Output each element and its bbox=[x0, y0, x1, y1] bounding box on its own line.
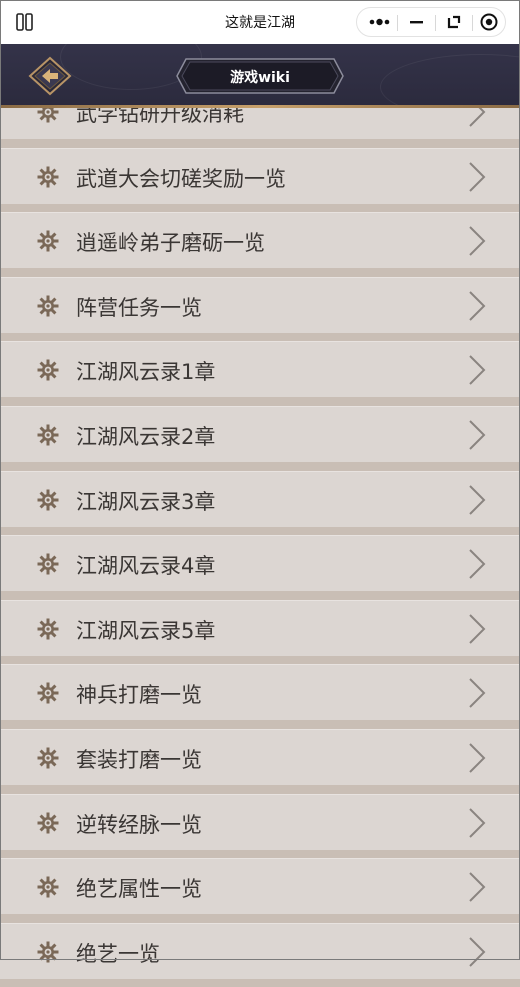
chevron-right-icon bbox=[468, 936, 486, 968]
list-item[interactable]: 江湖风云录1章 bbox=[0, 341, 520, 398]
list-item-label: 绝艺属性一览 bbox=[76, 877, 202, 902]
game-header: 游戏wiki bbox=[0, 44, 520, 108]
list-item[interactable]: 江湖风云录5章 bbox=[0, 599, 520, 656]
wiki-list: 武学钻研升级消耗 武道大会切磋奖励一览 逍遥岭弟子磨砺一览 阵营任务一览 江湖风… bbox=[0, 83, 520, 987]
list-item[interactable]: 绝艺一览 bbox=[0, 922, 520, 979]
chevron-right-icon bbox=[468, 613, 486, 645]
list-item-label: 江湖风云录3章 bbox=[76, 489, 216, 514]
gear-icon bbox=[36, 811, 60, 835]
gear-icon bbox=[36, 229, 60, 253]
back-arrow-icon[interactable] bbox=[28, 56, 72, 96]
list-item[interactable]: 套装打磨一览 bbox=[0, 728, 520, 785]
list-item[interactable]: 阵营任务一览 bbox=[0, 276, 520, 333]
chevron-right-icon bbox=[468, 677, 486, 709]
list-item[interactable]: 神兵打磨一览 bbox=[0, 664, 520, 721]
gear-icon bbox=[36, 940, 60, 964]
list-item-label: 逍遥岭弟子磨砺一览 bbox=[76, 231, 265, 256]
list-item[interactable]: 武道大会切磋奖励一览 bbox=[0, 147, 520, 204]
window-controls-capsule bbox=[356, 7, 506, 37]
gear-icon bbox=[36, 875, 60, 899]
gear-icon bbox=[36, 552, 60, 576]
chevron-right-icon bbox=[468, 161, 486, 193]
more-dots-icon[interactable] bbox=[361, 8, 398, 36]
list-item-label: 套装打磨一览 bbox=[76, 747, 202, 772]
page-title: 游戏wiki bbox=[230, 70, 290, 86]
header-title-plate: 游戏wiki bbox=[176, 58, 344, 94]
gear-icon bbox=[36, 423, 60, 447]
header-decoration bbox=[380, 54, 520, 108]
list-item-label: 阵营任务一览 bbox=[76, 295, 202, 320]
chevron-right-icon bbox=[468, 484, 486, 516]
gear-icon bbox=[36, 488, 60, 512]
chevron-right-icon bbox=[468, 807, 486, 839]
list-item[interactable]: 逍遥岭弟子磨砺一览 bbox=[0, 212, 520, 269]
list-item[interactable]: 江湖风云录2章 bbox=[0, 405, 520, 462]
gear-icon bbox=[36, 165, 60, 189]
list-item[interactable]: 江湖风云录3章 bbox=[0, 470, 520, 527]
list-item-label: 江湖风云录2章 bbox=[76, 424, 216, 449]
list-item-label: 逆转经脉一览 bbox=[76, 812, 202, 837]
chevron-right-icon bbox=[468, 548, 486, 580]
system-title-bar: 这就是江湖 bbox=[0, 0, 520, 44]
chevron-right-icon bbox=[468, 290, 486, 322]
list-item-label: 江湖风云录1章 bbox=[76, 360, 216, 385]
list-item[interactable]: 逆转经脉一览 bbox=[0, 793, 520, 850]
list-item[interactable]: 江湖风云录4章 bbox=[0, 535, 520, 592]
gear-icon bbox=[36, 294, 60, 318]
list-item-label: 武道大会切磋奖励一览 bbox=[76, 166, 286, 191]
gear-icon bbox=[36, 681, 60, 705]
gear-icon bbox=[36, 617, 60, 641]
list-item[interactable]: 绝艺属性一览 bbox=[0, 858, 520, 915]
chevron-right-icon bbox=[468, 871, 486, 903]
gear-icon bbox=[36, 358, 60, 382]
list-item-label: 神兵打磨一览 bbox=[76, 683, 202, 708]
chevron-right-icon bbox=[468, 419, 486, 451]
gear-icon bbox=[36, 746, 60, 770]
list-item-label: 江湖风云录5章 bbox=[76, 618, 216, 643]
list-item-label: 绝艺一览 bbox=[76, 941, 160, 966]
header-gold-line bbox=[0, 105, 520, 108]
list-item-label: 江湖风云录4章 bbox=[76, 554, 216, 579]
chevron-right-icon bbox=[468, 225, 486, 257]
restore-icon[interactable] bbox=[435, 8, 472, 36]
record-close-icon[interactable] bbox=[472, 8, 509, 36]
minimize-icon[interactable] bbox=[398, 8, 435, 36]
chevron-right-icon bbox=[468, 354, 486, 386]
chevron-right-icon bbox=[468, 742, 486, 774]
